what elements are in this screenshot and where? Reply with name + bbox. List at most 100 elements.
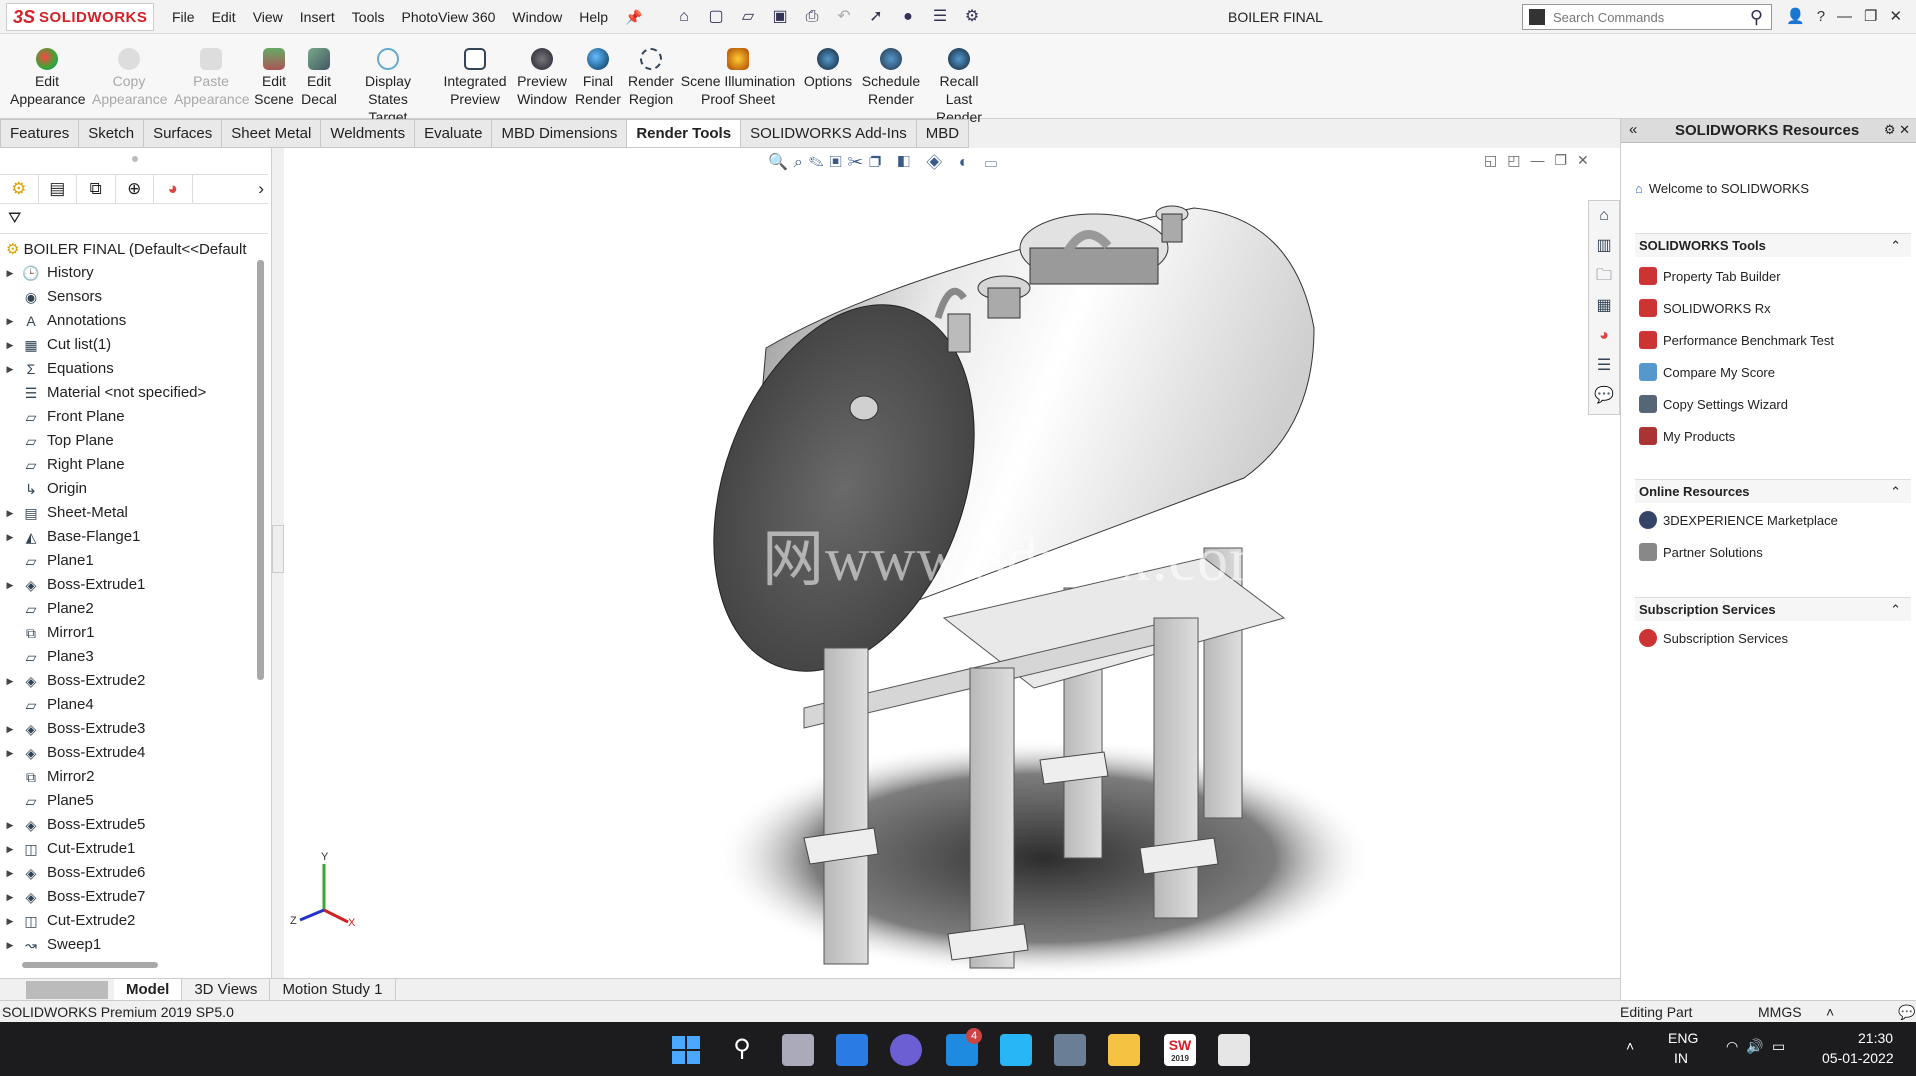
menu-photoview[interactable]: PhotoView 360 xyxy=(401,9,495,25)
tab-mbd[interactable]: MBD xyxy=(916,119,970,148)
paste-appearance-button[interactable]: Paste Appearance xyxy=(174,48,250,108)
solidworks-taskbar-icon[interactable]: SW 2019 xyxy=(1164,1034,1196,1066)
graphics-area[interactable]: 🔍⌕✎▣✂❐ ◧ ◈ ◐ ▭ ◱◰—❐✕ 网www.3dmox.com Y Z … xyxy=(284,148,1620,978)
expand-arrow-icon[interactable]: ▶ xyxy=(0,261,20,285)
menu-file[interactable]: File xyxy=(172,9,195,25)
link-solidworks-rx[interactable]: SOLIDWORKS Rx xyxy=(1639,299,1771,317)
expand-arrow-icon[interactable]: ▶ xyxy=(0,309,20,333)
tree-item[interactable]: ▱ Plane5 xyxy=(0,789,258,813)
forum-icon[interactable]: 💬 xyxy=(1589,381,1619,411)
tree-item[interactable]: ▶ ◈ Boss-Extrude1 xyxy=(0,573,258,597)
tree-item[interactable]: ▱ Plane4 xyxy=(0,693,258,717)
expand-tabs-chevron-icon[interactable]: › xyxy=(255,175,268,203)
expand-arrow-icon[interactable]: ▶ xyxy=(0,573,20,597)
tree-item[interactable]: ▶ ▤ Sheet-Metal xyxy=(0,501,258,525)
tree-item[interactable]: ▶ ◈ Boss-Extrude6 xyxy=(0,861,258,885)
expand-arrow-icon[interactable]: ▶ xyxy=(0,717,20,741)
snipping-tool-icon[interactable] xyxy=(1218,1034,1250,1066)
tree-item[interactable]: ▶ ◈ Boss-Extrude5 xyxy=(0,813,258,837)
menu-edit[interactable]: Edit xyxy=(212,9,236,25)
menu-window[interactable]: Window xyxy=(512,9,562,25)
section-online-resources[interactable]: Online Resources ⌃ xyxy=(1635,479,1911,503)
filter-icon[interactable]: ⛛ xyxy=(8,210,21,228)
welcome-link[interactable]: ⌂ Welcome to SOLIDWORKS xyxy=(1635,181,1809,196)
edit-scene-button[interactable]: Edit Scene xyxy=(254,48,294,108)
options-gear-icon[interactable]: ⚙ xyxy=(962,7,982,27)
collapse-pane-icon[interactable]: « xyxy=(1629,121,1637,138)
tab-3d-views[interactable]: 3D Views xyxy=(182,978,271,1001)
options-button[interactable]: Options xyxy=(800,48,856,90)
tab-solidworks-add-ins[interactable]: SOLIDWORKS Add-Ins xyxy=(741,119,917,148)
tree-horizontal-scrollbar[interactable] xyxy=(22,962,158,968)
teams-chat-icon[interactable] xyxy=(890,1034,922,1066)
file-explorer-icon[interactable]: 🗀 xyxy=(1589,261,1619,291)
tree-item[interactable]: ▱ Plane2 xyxy=(0,597,258,621)
display-states-target-button[interactable]: Display States Target xyxy=(344,48,432,126)
calculator-icon[interactable] xyxy=(1054,1034,1086,1066)
feature-manager-tab-icon[interactable]: ⚙ xyxy=(0,175,39,203)
new-document-icon[interactable]: ▢ xyxy=(706,7,726,27)
expand-arrow-icon[interactable]: ▶ xyxy=(0,813,20,837)
tab-evaluate[interactable]: Evaluate xyxy=(415,119,493,148)
pin-icon[interactable]: 📌 xyxy=(625,9,642,26)
tree-root-part[interactable]: ⚙ BOILER FINAL (Default<<Default xyxy=(6,240,247,258)
render-region-button[interactable]: Render Region xyxy=(626,48,676,108)
tree-item[interactable]: ▶ ◫ Cut-Extrude1 xyxy=(0,837,258,861)
expand-arrow-icon[interactable]: ▶ xyxy=(0,837,20,861)
link-performance-benchmark[interactable]: Performance Benchmark Test xyxy=(1639,331,1834,349)
file-explorer-taskbar-icon[interactable] xyxy=(1108,1034,1140,1066)
tree-item[interactable]: ▶ ◈ Boss-Extrude4 xyxy=(0,741,258,765)
expand-arrow-icon[interactable]: ▶ xyxy=(0,525,20,549)
pane-settings-icon[interactable]: ⚙ ✕ xyxy=(1884,122,1910,138)
clock-time[interactable]: 21:30 xyxy=(1858,1030,1893,1046)
tree-item[interactable]: ▶ ◫ Cut-Extrude2 xyxy=(0,909,258,933)
rebuild-icon[interactable]: ● xyxy=(898,7,918,27)
user-icon[interactable]: 👤 xyxy=(1786,7,1805,25)
tree-item[interactable]: ▶ ▦ Cut list(1) xyxy=(0,333,258,357)
tab-weldments[interactable]: Weldments xyxy=(321,119,416,148)
section-solidworks-tools[interactable]: SOLIDWORKS Tools ⌃ xyxy=(1635,233,1911,257)
edit-decal-button[interactable]: Edit Decal xyxy=(300,48,338,108)
wifi-icon[interactable]: ◠ xyxy=(1726,1038,1738,1055)
units-menu-caret-icon[interactable]: ˄ xyxy=(1826,1004,1834,1020)
tab-sketch[interactable]: Sketch xyxy=(79,119,145,148)
display-manager-tab-icon[interactable]: ◕ xyxy=(154,175,193,203)
final-render-button[interactable]: Final Render xyxy=(574,48,622,108)
task-view-icon[interactable] xyxy=(782,1034,814,1066)
search-input[interactable]: Search Commands xyxy=(1553,10,1750,25)
menu-tools[interactable]: Tools xyxy=(352,9,385,25)
l-app-icon[interactable] xyxy=(1000,1034,1032,1066)
expand-arrow-icon[interactable]: ▶ xyxy=(0,357,20,381)
tree-item[interactable]: ▶ Σ Equations xyxy=(0,357,258,381)
tree-vertical-scrollbar[interactable] xyxy=(257,260,264,680)
tree-item[interactable]: ▶ ↝ Sweep1 xyxy=(0,933,258,957)
search-taskbar-icon[interactable]: ⚲ xyxy=(726,1034,758,1066)
preview-window-button[interactable]: Preview Window xyxy=(514,48,570,108)
link-subscription-services[interactable]: Subscription Services xyxy=(1639,629,1788,647)
close-icon[interactable]: ✕ xyxy=(1889,7,1902,25)
tab-model[interactable]: Model xyxy=(114,978,183,1001)
status-units[interactable]: MMGS xyxy=(1758,1004,1802,1020)
tree-item[interactable]: ▱ Front Plane xyxy=(0,405,258,429)
tree-item[interactable]: ▶ ◈ Boss-Extrude7 xyxy=(0,885,258,909)
menu-view[interactable]: View xyxy=(253,9,283,25)
tree-item[interactable]: ↳ Origin xyxy=(0,477,258,501)
expand-arrow-icon[interactable]: ▶ xyxy=(0,933,20,957)
mail-icon[interactable]: 4 xyxy=(946,1028,982,1066)
tree-item[interactable]: ▱ Plane1 xyxy=(0,549,258,573)
tab-render-tools[interactable]: Render Tools xyxy=(627,119,742,148)
tab-sheet-metal[interactable]: Sheet Metal xyxy=(222,119,322,148)
expand-arrow-icon[interactable]: ▶ xyxy=(0,333,20,357)
print-icon[interactable]: ⎙ xyxy=(802,7,822,27)
save-icon[interactable]: ▣ xyxy=(770,7,790,27)
tab-mbd-dimensions[interactable]: MBD Dimensions xyxy=(492,119,628,148)
volume-icon[interactable]: 🔊 xyxy=(1746,1038,1763,1055)
tree-item[interactable]: ⧉ Mirror1 xyxy=(0,621,258,645)
chevron-up-icon[interactable]: ⌃ xyxy=(1890,234,1901,258)
undo-icon[interactable]: ↶ xyxy=(834,7,854,27)
expand-arrow-icon[interactable]: ▶ xyxy=(0,909,20,933)
tab-features[interactable]: Features xyxy=(0,119,80,148)
integrated-preview-button[interactable]: Integrated Preview xyxy=(440,48,510,108)
tab-scroll-arrows[interactable] xyxy=(26,980,108,999)
tree-item[interactable]: ▱ Right Plane xyxy=(0,453,258,477)
